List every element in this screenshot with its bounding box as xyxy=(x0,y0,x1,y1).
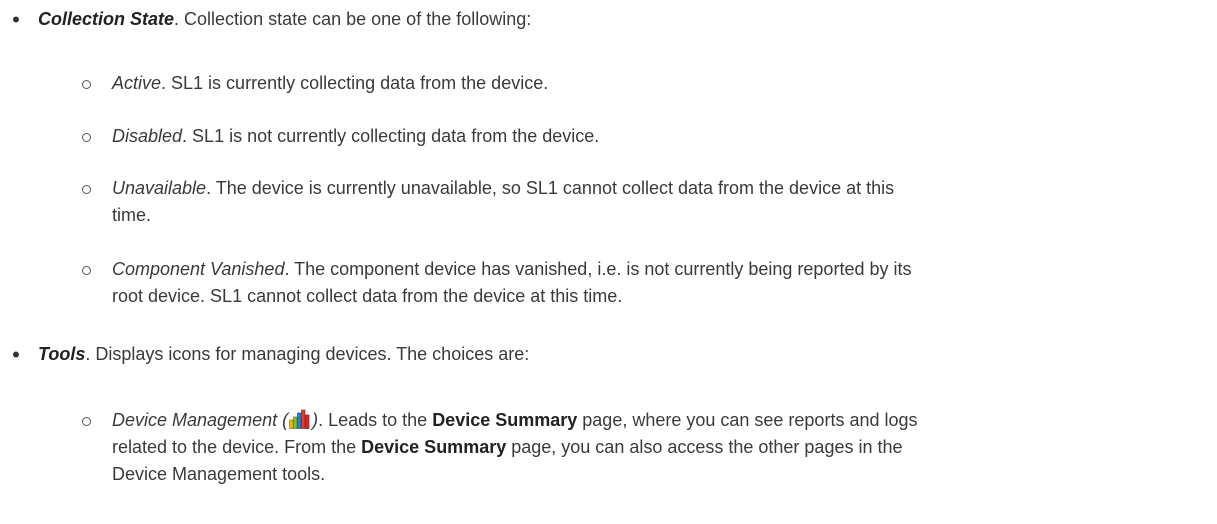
term-tools: Tools xyxy=(38,344,86,364)
active-description: . SL1 is currently collecting data from … xyxy=(161,73,549,93)
device-management-line3: Device Management tools. xyxy=(112,464,326,484)
sublist-item-active: Active. SL1 is currently collecting data… xyxy=(82,70,1192,97)
bullet xyxy=(82,266,91,275)
tools-description: . Displays icons for managing devices. T… xyxy=(85,344,530,364)
disabled-description: . SL1 is not currently collecting data f… xyxy=(182,126,600,146)
bullet xyxy=(82,133,91,142)
bullet xyxy=(82,185,91,194)
unavailable-description-line1: . The device is currently unavailable, s… xyxy=(206,178,895,198)
device-management-bar-chart-icon[interactable] xyxy=(289,409,311,429)
bullet: • xyxy=(12,7,20,32)
bullet: • xyxy=(12,342,20,367)
component-vanished-description-line2: root device. SL1 cannot collect data fro… xyxy=(112,286,623,306)
term-disabled: Disabled xyxy=(112,126,183,146)
term-unavailable: Unavailable xyxy=(112,178,207,198)
bullet xyxy=(82,80,91,89)
device-management-line2-b: page, you can also access the other page… xyxy=(506,437,903,457)
term-device-management-open: Device Management ( xyxy=(112,410,289,430)
term-collection-state: Collection State xyxy=(38,9,175,29)
sublist-item-disabled: Disabled. SL1 is not currently collectin… xyxy=(82,123,1192,150)
device-management-line2-a: related to the device. From the xyxy=(112,437,362,457)
list-item-tools: • Tools. Displays icons for managing dev… xyxy=(12,341,1198,368)
bullet xyxy=(82,417,91,426)
sublist-item-unavailable: Unavailable. The device is currently una… xyxy=(82,175,1192,229)
sublist-item-device-management: Device Management ( ). Leads to the Devi… xyxy=(82,407,1192,488)
term-component-vanished: Component Vanished xyxy=(112,259,285,279)
sublist-item-component-vanished: Component Vanished. The component device… xyxy=(82,256,1192,310)
device-management-text-b: page, where you can see reports and logs xyxy=(577,410,918,430)
device-summary-label-2: Device Summary xyxy=(361,437,507,457)
list-item-collection-state: • Collection State. Collection state can… xyxy=(12,6,1198,33)
component-vanished-description-line1: . The component device has vanished, i.e… xyxy=(284,259,912,279)
device-management-text-a: . Leads to the xyxy=(318,410,433,430)
unavailable-description-line2: time. xyxy=(112,205,152,225)
collection-state-description: . Collection state can be one of the fol… xyxy=(174,9,532,29)
term-active: Active xyxy=(112,73,162,93)
device-summary-label-1: Device Summary xyxy=(432,410,578,430)
